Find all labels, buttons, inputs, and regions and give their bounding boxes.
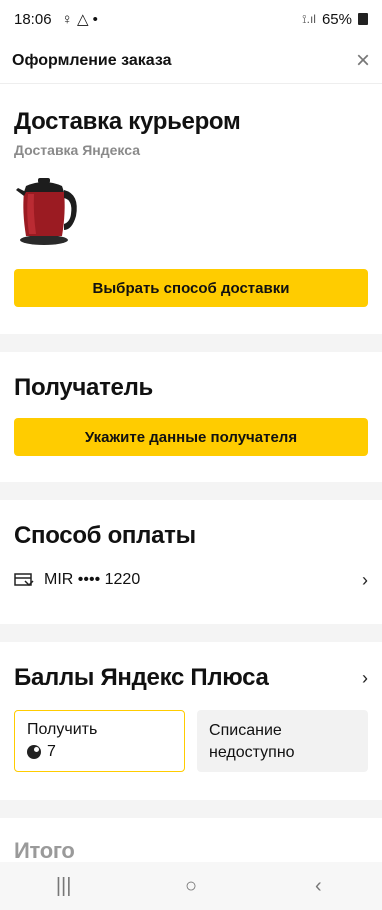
plus-points-header[interactable]: Баллы Яндекс Плюса ›	[14, 664, 368, 692]
plus-coin-icon	[27, 745, 41, 759]
earn-label: Получить	[27, 721, 98, 738]
payment-section: Способ оплаты MIR •••• 1220 ›	[0, 522, 382, 598]
header-bar: Оформление заказа ×	[0, 38, 382, 84]
spend-points-card: Списание недоступно	[197, 710, 368, 772]
payment-title: Способ оплаты	[14, 522, 196, 549]
status-left: 18:06 ♀ △ •	[14, 10, 98, 29]
chevron-right-icon: ›	[362, 667, 368, 688]
close-icon[interactable]: ×	[356, 48, 370, 73]
status-right: ⟟.ıl 65%	[302, 11, 368, 28]
total-section: Итого	[0, 838, 382, 864]
earn-points-card[interactable]: Получить 7	[14, 710, 186, 772]
card-label: MIR •••• 1220	[44, 571, 141, 588]
status-bar: 18:06 ♀ △ • ⟟.ıl 65%	[0, 0, 382, 38]
delivery-provider: Доставка Яндекса	[14, 142, 140, 158]
notification-icons: ♀ △ •	[61, 11, 98, 28]
page-title: Оформление заказа	[12, 51, 172, 69]
recipient-section: Получатель Укажите данные получателя	[0, 374, 382, 456]
delivery-section: Доставка курьером Доставка Яндекса Выбра…	[0, 108, 382, 307]
recipient-details-button[interactable]: Укажите данные получателя	[14, 418, 368, 456]
earn-value: 7	[47, 743, 56, 760]
payment-method-row[interactable]: MIR •••• 1220 ›	[14, 562, 368, 598]
section-divider	[0, 624, 382, 642]
total-title: Итого	[14, 838, 75, 863]
choose-delivery-button[interactable]: Выбрать способ доставки	[14, 269, 368, 307]
card-icon	[14, 573, 34, 587]
recipient-title: Получатель	[14, 374, 153, 401]
earn-value-row: 7	[27, 743, 172, 761]
status-time: 18:06	[14, 10, 52, 28]
spend-label: Списание недоступно	[209, 722, 295, 761]
chevron-right-icon: ›	[362, 569, 368, 590]
home-button[interactable]: ○	[171, 875, 211, 898]
signal-icon: ⟟.ıl	[302, 11, 316, 26]
section-divider	[0, 334, 382, 352]
recents-button[interactable]: |||	[44, 875, 84, 898]
product-image[interactable]	[14, 172, 84, 248]
points-options: Получить 7 Списание недоступно	[14, 710, 368, 772]
delivery-title: Доставка курьером	[14, 108, 241, 135]
payment-method: MIR •••• 1220	[14, 571, 140, 589]
back-button[interactable]: ‹	[298, 875, 338, 898]
section-divider	[0, 800, 382, 818]
battery-icon	[358, 13, 368, 25]
battery-percent: 65%	[321, 10, 352, 28]
system-nav-bar: ||| ○ ‹	[0, 862, 382, 910]
section-divider	[0, 482, 382, 500]
plus-points-title: Баллы Яндекс Плюса	[14, 664, 269, 691]
plus-points-section: Баллы Яндекс Плюса › Получить 7 Списание…	[0, 664, 382, 772]
